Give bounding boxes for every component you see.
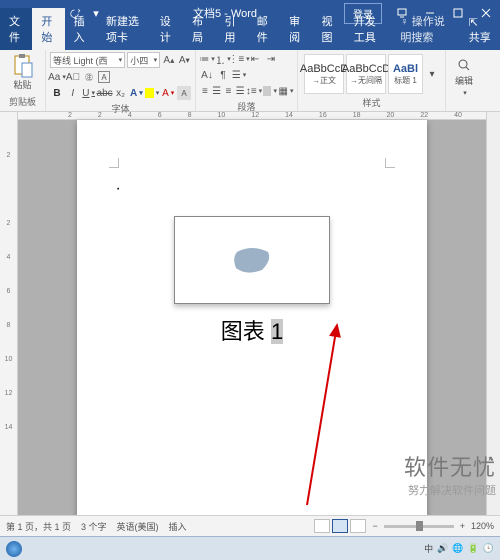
group-styles-label: 样式	[302, 96, 441, 110]
status-bar: 第 1 页，共 1 页 3 个字 英语(美国) 插入 − + 120%	[0, 515, 500, 536]
group-paragraph-label: 段落	[200, 100, 293, 114]
tab-design[interactable]: 设计	[151, 8, 183, 50]
font-size-combo[interactable]: 小四▾	[127, 52, 160, 68]
start-button[interactable]	[6, 541, 22, 557]
margin-corner	[385, 158, 395, 168]
styles-more-button[interactable]: ▾	[425, 67, 439, 81]
share-button[interactable]: ⇱ 共享	[460, 11, 500, 50]
status-insert[interactable]: 插入	[169, 520, 187, 533]
group-font-label: 字体	[50, 102, 191, 116]
group-clipboard-label: 剪贴板	[4, 95, 41, 109]
tab-home[interactable]: 开始	[32, 8, 64, 50]
ime-indicator[interactable]: 中	[424, 542, 433, 555]
justify-button[interactable]: ☰	[235, 84, 245, 98]
tab-layout[interactable]: 布局	[183, 8, 215, 50]
align-center-button[interactable]: ☰	[212, 84, 222, 98]
font-color-button[interactable]: A▾	[161, 86, 175, 100]
zoom-out-button[interactable]: −	[372, 521, 377, 531]
status-words[interactable]: 3 个字	[81, 520, 107, 533]
tab-dev[interactable]: 开发工具	[345, 8, 392, 50]
view-read-button[interactable]	[314, 519, 330, 533]
style-heading1[interactable]: AaBl标题 1	[388, 54, 423, 94]
tray-icon[interactable]: 🔋	[468, 543, 479, 554]
margin-corner	[109, 158, 119, 168]
bullets-button[interactable]: ≔▾	[200, 52, 214, 66]
ribbon-tabs: 文件 开始 插入 新建选项卡 设计 布局 引用 邮件 审阅 视图 开发工具 ♀ …	[0, 26, 500, 50]
change-case-button[interactable]: Aa▾	[50, 70, 64, 84]
char-border-button[interactable]: A	[98, 71, 110, 83]
paste-button[interactable]: 粘贴	[4, 52, 41, 93]
zoom-in-button[interactable]: +	[460, 521, 465, 531]
tray-icon[interactable]: 🕓	[483, 543, 494, 554]
show-marks-button[interactable]: ¶	[216, 68, 230, 82]
view-print-button[interactable]	[332, 519, 348, 533]
phonetic-button[interactable]: ㊟	[82, 70, 96, 84]
align-dist-button[interactable]: ☰▾	[232, 68, 246, 82]
text-effects-button[interactable]: A▾	[129, 86, 143, 100]
collapse-ribbon-button[interactable]: ^	[484, 454, 498, 468]
shrink-font-button[interactable]: A▾	[178, 53, 191, 67]
style-nospacing[interactable]: AaBbCcD→无间隔	[346, 54, 386, 94]
borders-button[interactable]: ▦▾	[279, 84, 293, 98]
styles-gallery[interactable]: AaBbCcD→正文 AaBbCcD→无间隔 AaBl标题 1 ▾	[302, 52, 441, 96]
ribbon: 粘贴 剪贴板 等线 Light (西▾ 小四▾ A▴ A▾ Aa▾ A⃠ ㊟ A…	[0, 50, 500, 112]
tab-insert[interactable]: 插入	[65, 8, 97, 50]
font-name-combo[interactable]: 等线 Light (西▾	[50, 52, 125, 68]
document-page[interactable]: · 图表 1	[77, 120, 427, 515]
italic-button[interactable]: I	[66, 86, 80, 100]
multilevel-button[interactable]: ⋮≡▾	[232, 52, 246, 66]
sort-button[interactable]: A↓	[200, 68, 214, 82]
inserted-image[interactable]	[174, 216, 330, 304]
tab-mail[interactable]: 邮件	[248, 8, 280, 50]
underline-button[interactable]: U▾	[82, 86, 96, 100]
zoom-level[interactable]: 120%	[471, 521, 494, 531]
inc-indent-button[interactable]: ⇥	[264, 52, 278, 66]
zoom-slider[interactable]	[384, 525, 454, 528]
grow-font-button[interactable]: A▴	[162, 53, 175, 67]
status-lang[interactable]: 英语(美国)	[117, 520, 159, 533]
image-caption[interactable]: 图表 1	[111, 314, 393, 346]
view-web-button[interactable]	[350, 519, 366, 533]
caption-number-field[interactable]: 1	[271, 319, 283, 344]
tray-icon[interactable]: 🌐	[452, 543, 463, 554]
tab-review[interactable]: 审阅	[280, 8, 312, 50]
strike-button[interactable]: abc	[98, 86, 112, 100]
style-normal[interactable]: AaBbCcD→正文	[304, 54, 344, 94]
tab-file[interactable]: 文件	[0, 8, 32, 50]
highlight-button[interactable]: ▾	[145, 86, 159, 100]
bold-button[interactable]: B	[50, 86, 64, 100]
sub-super-button[interactable]: x₂	[114, 86, 128, 100]
editing-button[interactable]: 编辑	[455, 74, 473, 87]
tab-newtab[interactable]: 新建选项卡	[97, 8, 151, 50]
shading-button[interactable]: ▾	[263, 84, 277, 98]
dec-indent-button[interactable]: ⇤	[248, 52, 262, 66]
tray-icon[interactable]: 🔊	[437, 543, 448, 554]
vertical-ruler[interactable]: 22468101214	[0, 112, 18, 515]
tab-refs[interactable]: 引用	[215, 8, 247, 50]
find-icon	[457, 58, 471, 72]
align-right-button[interactable]: ≡	[224, 84, 234, 98]
align-left-button[interactable]: ≡	[200, 84, 210, 98]
status-page[interactable]: 第 1 页，共 1 页	[6, 520, 71, 533]
tab-view[interactable]: 视图	[312, 8, 344, 50]
line-spacing-button[interactable]: ↕≡▾	[247, 84, 261, 98]
char-shading-button[interactable]: A	[177, 86, 191, 100]
clear-format-button[interactable]: A⃠	[66, 70, 80, 84]
tell-me[interactable]: ♀ 操作说明搜索	[391, 8, 459, 50]
